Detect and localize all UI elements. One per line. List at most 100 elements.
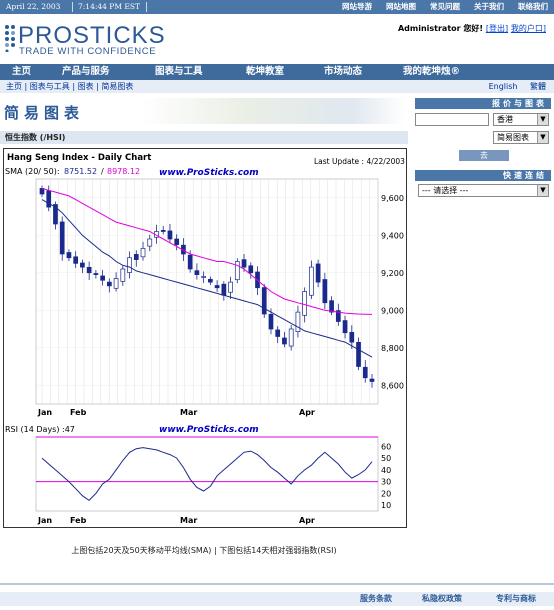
rsi-tick-label: 60 xyxy=(381,442,391,451)
main-nav: 主页 产品与服务 图表与工具 乾坤教室 市场动态 我的乾坤烛® xyxy=(0,64,554,80)
lang-english[interactable]: English xyxy=(489,82,518,91)
candle xyxy=(356,341,361,367)
nav-classroom[interactable]: 乾坤教室 xyxy=(246,64,284,80)
go-button[interactable]: 去 xyxy=(459,150,509,161)
chart-title: Hang Seng Index - Daily Chart xyxy=(7,153,151,163)
rsi-tick-label: 30 xyxy=(381,478,391,487)
link-contact[interactable]: 联络我们 xyxy=(518,0,548,14)
lang-traditional[interactable]: 繁體 xyxy=(530,82,546,91)
watermark-bottom: www.ProSticks.com xyxy=(159,425,259,435)
candle xyxy=(309,266,314,296)
page-title: 简易图表 xyxy=(4,104,85,122)
candle xyxy=(201,276,206,278)
nav-market[interactable]: 市场动态 xyxy=(324,64,362,80)
sma-separator: / xyxy=(101,167,104,176)
candle xyxy=(228,281,233,293)
x-tick-label: Mar xyxy=(180,408,197,417)
crumb-charts[interactable]: 图表 xyxy=(78,82,94,91)
candle xyxy=(160,230,166,232)
candle xyxy=(342,320,348,334)
hsi-daily-chart: Hang Seng Index - Daily Chart Last Updat… xyxy=(5,153,405,525)
candle xyxy=(73,256,79,264)
chart-panel: Hang Seng Index - Daily Chart Last Updat… xyxy=(3,148,407,528)
candle xyxy=(214,285,220,289)
my-account-link[interactable]: 我的户口] xyxy=(511,24,546,33)
candle xyxy=(248,265,254,274)
crumb-charts-tools[interactable]: 图表与工具 xyxy=(30,82,70,91)
logout-link[interactable]: [登出] xyxy=(486,24,508,33)
candle xyxy=(349,332,355,343)
nav-my-prosticks[interactable]: 我的乾坤烛® xyxy=(403,64,460,80)
rsi-tick-label: 50 xyxy=(381,454,391,463)
footer-terms[interactable]: 服务条款 xyxy=(360,592,392,606)
chart-type-value: 简易图表 xyxy=(497,133,529,142)
link-site-guide[interactable]: 网站导游 xyxy=(342,0,372,14)
sma20-line xyxy=(41,199,373,358)
candle xyxy=(106,281,112,287)
nav-charts-tools[interactable]: 图表与工具 xyxy=(155,64,203,80)
price-plot: 8,600 8,800 9,000 9,200 9,400 9,600 Jan Feb Mar A… xyxy=(35,178,404,417)
link-about[interactable]: 关于我们 xyxy=(474,0,504,14)
chart-caption: 上图包括20天及50天移动平均线(SMA) | 下图包括14天相对强弱指数(RS… xyxy=(71,546,337,555)
footer-patents[interactable]: 专利与商标 xyxy=(496,592,536,606)
x-tick-label: Mar xyxy=(180,516,197,525)
candle xyxy=(187,254,193,270)
rsi-line xyxy=(41,447,373,502)
link-site-map[interactable]: 网站地图 xyxy=(386,0,416,14)
divider xyxy=(146,2,147,12)
y-tick-label: 9,000 xyxy=(381,306,404,315)
candle xyxy=(80,262,85,268)
crumb-separator: | xyxy=(96,82,99,91)
logo-tagline: TRADE WITH CONFIDENCE xyxy=(19,46,157,57)
candle xyxy=(362,366,368,379)
candle xyxy=(315,263,321,283)
x-tick-label: Jan xyxy=(37,516,52,525)
user-greeting: Administrator 您好! xyxy=(397,24,484,33)
chevron-down-icon: ▼ xyxy=(537,114,548,125)
nav-home[interactable]: 主页 xyxy=(12,64,31,80)
candle xyxy=(268,314,274,330)
candle xyxy=(120,268,126,282)
candle xyxy=(234,261,240,281)
footer: 服务条款 私隐权政策 专利与商标 xyxy=(0,592,554,606)
candle xyxy=(66,252,72,259)
market-select[interactable]: 香港 ▼ xyxy=(493,113,549,126)
sma-label: SMA (20/ 50): xyxy=(5,167,60,176)
quick-links-value: --- 请选择 --- xyxy=(422,186,469,195)
candle xyxy=(93,273,99,275)
divider xyxy=(72,2,73,12)
nav-products[interactable]: 产品与服务 xyxy=(62,64,110,80)
site-logo[interactable]: PROSTICKS TRADE WITH CONFIDENCE xyxy=(4,20,189,57)
candle xyxy=(167,230,173,240)
crumb-simple-chart[interactable]: 简易图表 xyxy=(101,82,133,91)
breadcrumb: 主页 | 图表与工具 | 图表 | 简易图表 xyxy=(6,80,133,93)
candle xyxy=(282,337,287,345)
candle xyxy=(113,278,119,289)
crumb-separator: | xyxy=(24,82,28,91)
candle xyxy=(295,311,301,332)
crumb-separator: | xyxy=(72,82,76,91)
crumb-home[interactable]: 主页 xyxy=(6,82,22,91)
sma20-value: 8751.52 xyxy=(64,167,97,176)
section-title: 恒生指数 (/HSI) xyxy=(0,131,408,144)
y-tick-label: 9,200 xyxy=(381,269,404,278)
candle xyxy=(174,238,180,245)
candle xyxy=(322,279,328,304)
candle xyxy=(369,378,375,382)
watermark-top: www.ProSticks.com xyxy=(159,168,259,178)
x-tick-label: Feb xyxy=(70,516,87,525)
symbol-input[interactable] xyxy=(415,113,489,126)
y-tick-label: 9,600 xyxy=(381,194,404,203)
candle xyxy=(133,254,139,260)
chevron-down-icon: ▼ xyxy=(537,132,548,143)
candle xyxy=(329,300,334,313)
chart-type-select[interactable]: 简易图表 ▼ xyxy=(493,131,549,144)
footer-privacy[interactable]: 私隐权政策 xyxy=(422,592,462,606)
x-tick-label: Jan xyxy=(37,408,52,417)
y-tick-label: 8,600 xyxy=(381,381,404,390)
sma50-value: 8978.12 xyxy=(107,167,140,176)
divider xyxy=(0,583,554,585)
chevron-down-icon: ▼ xyxy=(537,185,548,196)
quick-links-select[interactable]: --- 请选择 --- ▼ xyxy=(418,184,549,197)
link-faq[interactable]: 常见问题 xyxy=(430,0,460,14)
